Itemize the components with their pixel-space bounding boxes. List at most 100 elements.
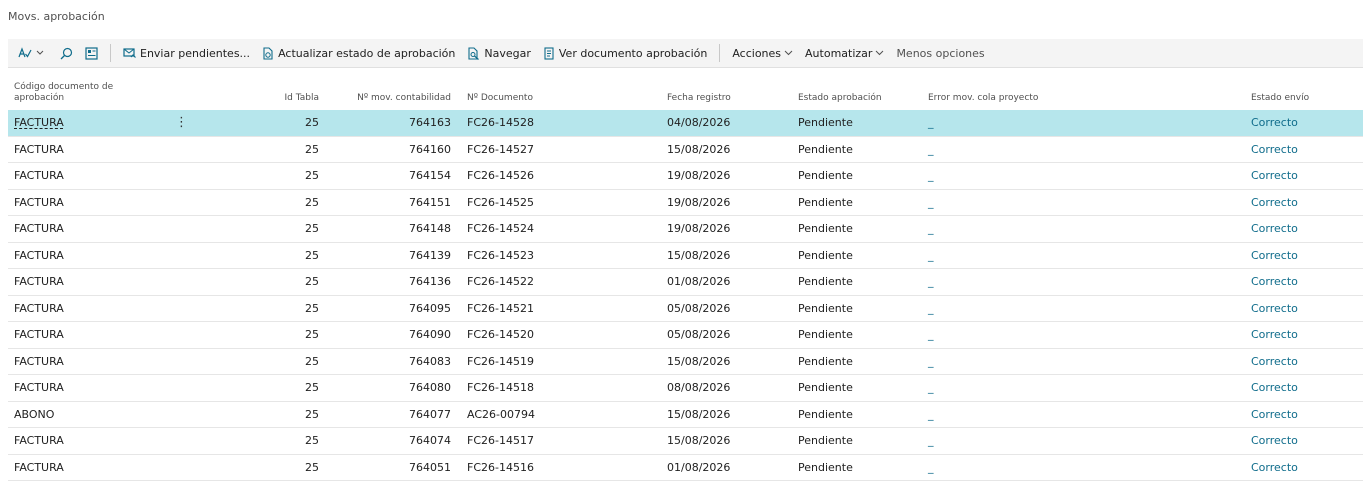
cell-error[interactable]: _	[928, 375, 934, 401]
action-bar: Enviar pendientes... Actualizar estado d…	[8, 39, 1363, 68]
cell-error[interactable]: _	[928, 216, 934, 242]
cell-codigo[interactable]: FACTURA	[14, 322, 64, 348]
column-header-error[interactable]: Error mov. cola proyecto	[928, 93, 1038, 104]
table-row[interactable]: FACTURA25764148FC26-1452419/08/2026Pendi…	[8, 216, 1363, 243]
fewer-options-button[interactable]: Menos opciones	[890, 39, 990, 67]
cell-n-mov: 764051	[338, 455, 451, 481]
search-button[interactable]	[54, 39, 79, 67]
view-approval-document-button[interactable]: Ver documento aprobación	[537, 39, 713, 67]
spell-check-menu[interactable]	[8, 39, 54, 67]
document-icon	[543, 47, 555, 60]
table-row[interactable]: FACTURA25764090FC26-1452005/08/2026Pendi…	[8, 322, 1363, 349]
column-header-fecha[interactable]: Fecha registro	[667, 93, 731, 104]
column-header-codigo[interactable]: Código documento de aprobación	[14, 82, 124, 104]
cell-id-tabla: 25	[264, 137, 319, 163]
cell-n-mov: 764151	[338, 190, 451, 216]
cell-n-doc: FC26-14517	[467, 428, 534, 454]
cell-fecha: 15/08/2026	[667, 428, 730, 454]
cell-codigo[interactable]: FACTURA	[14, 269, 64, 295]
cell-fecha: 01/08/2026	[667, 455, 730, 481]
cell-codigo[interactable]: FACTURA	[14, 455, 64, 481]
cell-id-tabla: 25	[264, 428, 319, 454]
cell-fecha: 15/08/2026	[667, 137, 730, 163]
cell-n-doc: FC26-14526	[467, 163, 534, 189]
column-header-n-doc[interactable]: Nº Documento	[467, 93, 533, 104]
cell-n-doc: FC26-14527	[467, 137, 534, 163]
cell-error[interactable]: _	[928, 163, 934, 189]
cell-n-mov: 764163	[338, 110, 451, 136]
cell-error[interactable]: _	[928, 428, 934, 454]
cell-fecha: 19/08/2026	[667, 216, 730, 242]
cell-estado: Pendiente	[798, 322, 853, 348]
cell-error[interactable]: _	[928, 110, 934, 136]
cell-codigo[interactable]: FACTURA	[14, 296, 64, 322]
table-row[interactable]: FACTURA25764160FC26-1452715/08/2026Pendi…	[8, 137, 1363, 164]
table-row[interactable]: FACTURA25764074FC26-1451715/08/2026Pendi…	[8, 428, 1363, 455]
cell-n-mov: 764160	[338, 137, 451, 163]
table-row[interactable]: FACTURA25764080FC26-1451808/08/2026Pendi…	[8, 375, 1363, 402]
cell-envio: Correcto	[1251, 296, 1298, 322]
approval-entries-table: Código documento de aprobación Id Tabla …	[8, 68, 1363, 481]
cell-envio: Correcto	[1251, 190, 1298, 216]
cell-codigo[interactable]: FACTURA	[14, 375, 64, 401]
cell-error[interactable]: _	[928, 243, 934, 269]
row-more-options-icon[interactable]: ⋮	[175, 110, 188, 136]
table-row[interactable]: ABONO25764077AC26-0079415/08/2026Pendien…	[8, 402, 1363, 429]
cell-n-doc: FC26-14522	[467, 269, 534, 295]
cell-codigo[interactable]: FACTURA	[14, 110, 64, 136]
cell-id-tabla: 25	[264, 110, 319, 136]
cell-codigo[interactable]: ABONO	[14, 402, 54, 428]
cell-envio: Correcto	[1251, 137, 1298, 163]
column-header-envio[interactable]: Estado envío	[1251, 93, 1309, 104]
cell-fecha: 19/08/2026	[667, 190, 730, 216]
column-header-n-mov[interactable]: Nº mov. contabilidad	[338, 93, 451, 104]
column-header-estado[interactable]: Estado aprobación	[798, 93, 882, 104]
cell-error[interactable]: _	[928, 190, 934, 216]
table-row[interactable]: FACTURA25764051FC26-1451601/08/2026Pendi…	[8, 455, 1363, 481]
table-row[interactable]: FACTURA25764083FC26-1451915/08/2026Pendi…	[8, 349, 1363, 376]
table-row[interactable]: FACTURA25764163FC26-1452804/08/2026Pendi…	[8, 110, 1363, 137]
navigate-button[interactable]: Navegar	[461, 39, 537, 67]
cell-id-tabla: 25	[264, 163, 319, 189]
table-row[interactable]: FACTURA25764136FC26-1452201/08/2026Pendi…	[8, 269, 1363, 296]
cell-codigo[interactable]: FACTURA	[14, 428, 64, 454]
cell-id-tabla: 25	[264, 296, 319, 322]
table-row[interactable]: FACTURA25764095FC26-1452105/08/2026Pendi…	[8, 296, 1363, 323]
cell-n-doc: FC26-14518	[467, 375, 534, 401]
cell-error[interactable]: _	[928, 269, 934, 295]
cell-n-doc: FC26-14521	[467, 296, 534, 322]
cell-codigo[interactable]: FACTURA	[14, 349, 64, 375]
send-pending-button[interactable]: Enviar pendientes...	[117, 39, 256, 67]
cell-codigo[interactable]: FACTURA	[14, 190, 64, 216]
cell-error[interactable]: _	[928, 402, 934, 428]
cell-error[interactable]: _	[928, 296, 934, 322]
cell-fecha: 15/08/2026	[667, 349, 730, 375]
cell-envio: Correcto	[1251, 349, 1298, 375]
cell-envio: Correcto	[1251, 243, 1298, 269]
toolbar-divider	[719, 44, 720, 62]
table-row[interactable]: FACTURA25764151FC26-1452519/08/2026Pendi…	[8, 190, 1363, 217]
cell-error[interactable]: _	[928, 322, 934, 348]
cell-codigo[interactable]: FACTURA	[14, 243, 64, 269]
cell-n-doc: FC26-14528	[467, 110, 534, 136]
cell-error[interactable]: _	[928, 137, 934, 163]
cell-codigo[interactable]: FACTURA	[14, 137, 64, 163]
layout-button[interactable]	[79, 39, 104, 67]
cell-n-mov: 764136	[338, 269, 451, 295]
refresh-approval-status-button[interactable]: Actualizar estado de aprobación	[256, 39, 461, 67]
cell-n-doc: FC26-14516	[467, 455, 534, 481]
cell-fecha: 08/08/2026	[667, 375, 730, 401]
table-row[interactable]: FACTURA25764139FC26-1452315/08/2026Pendi…	[8, 243, 1363, 270]
column-header-id-tabla[interactable]: Id Tabla	[264, 93, 319, 104]
cell-error[interactable]: _	[928, 349, 934, 375]
page-title: Movs. aprobación	[8, 10, 105, 23]
cell-envio: Correcto	[1251, 455, 1298, 481]
cell-error[interactable]: _	[928, 455, 934, 481]
cell-codigo[interactable]: FACTURA	[14, 216, 64, 242]
actions-menu[interactable]: Acciones	[726, 39, 799, 67]
navigate-icon	[467, 47, 480, 60]
automate-menu[interactable]: Automatizar	[799, 39, 890, 67]
cell-codigo[interactable]: FACTURA	[14, 163, 64, 189]
cell-envio: Correcto	[1251, 402, 1298, 428]
table-row[interactable]: FACTURA25764154FC26-1452619/08/2026Pendi…	[8, 163, 1363, 190]
